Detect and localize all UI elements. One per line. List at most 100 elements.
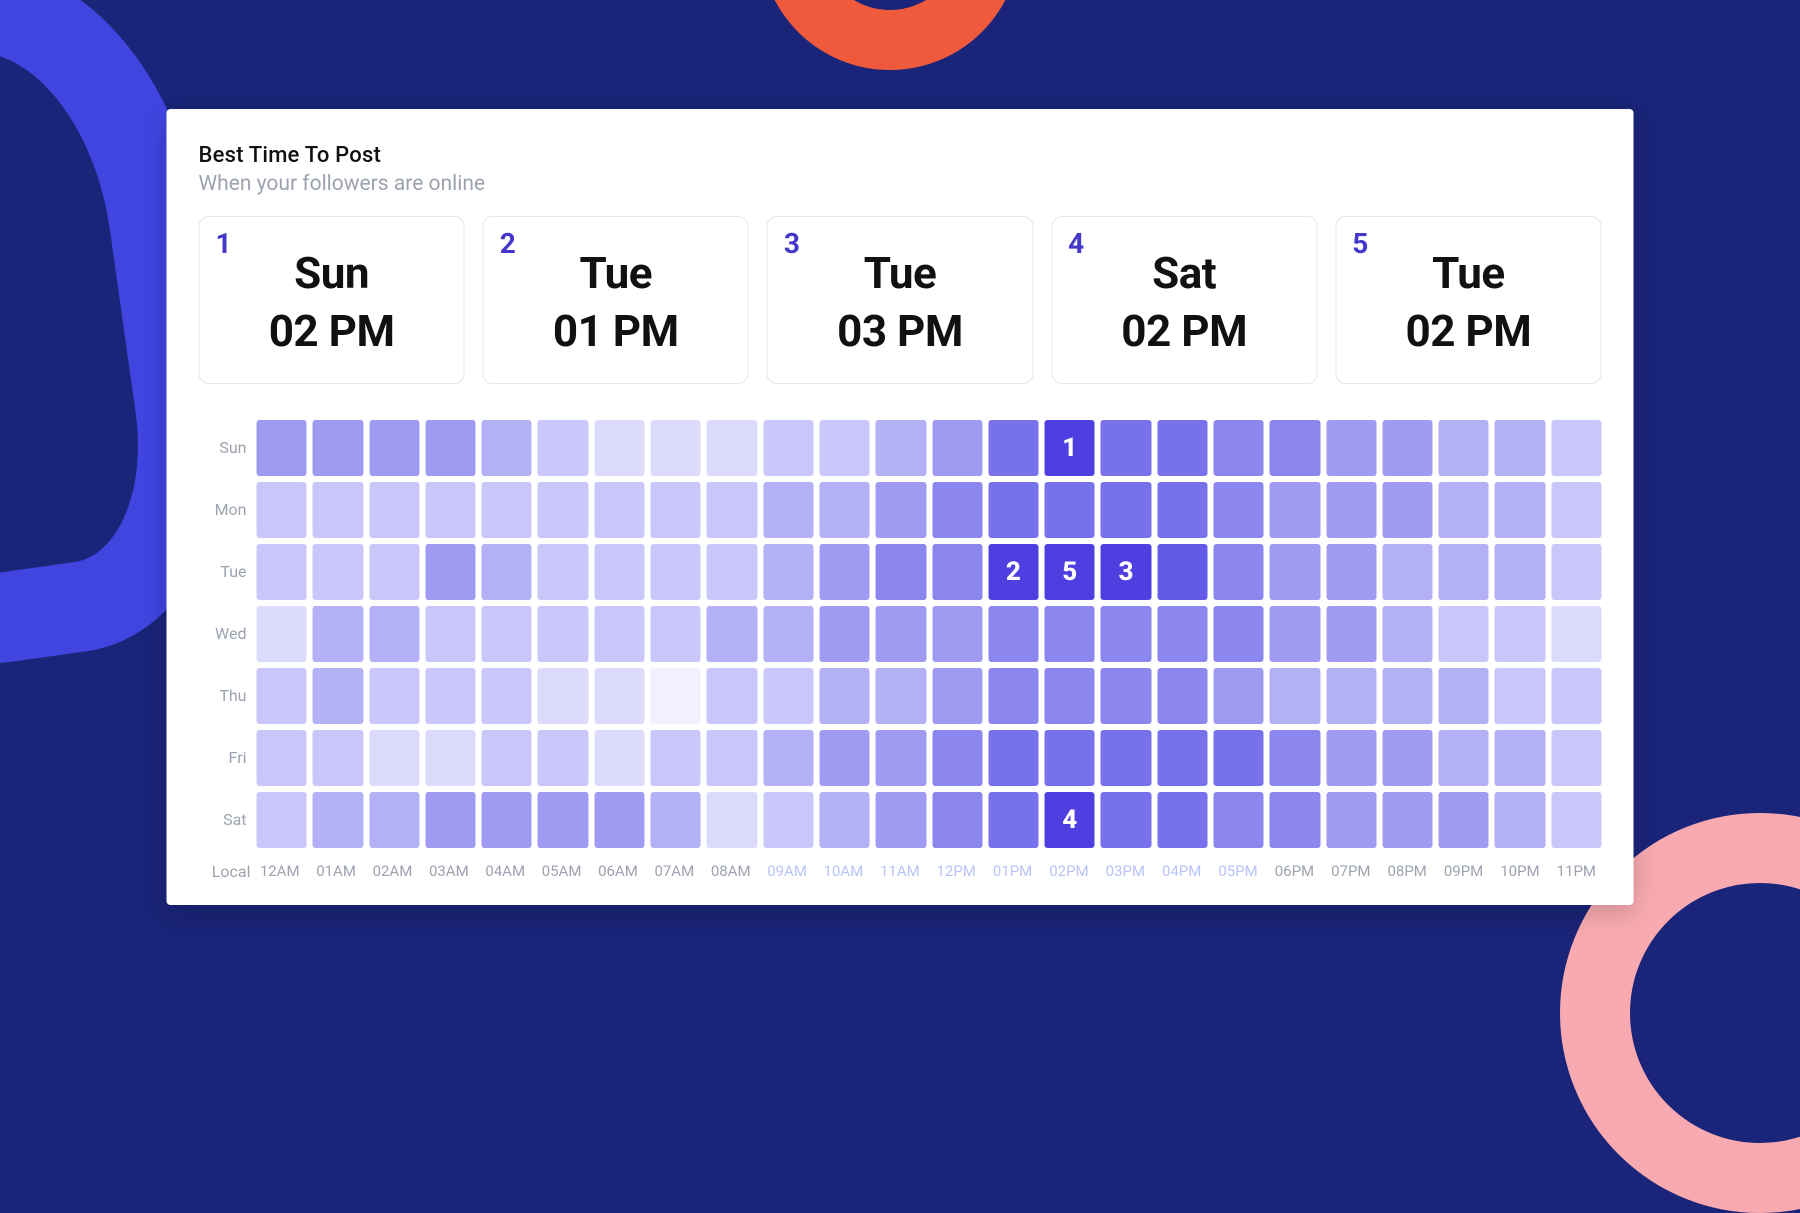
heatmap-cell[interactable] [1495, 482, 1545, 538]
heatmap-cell[interactable] [313, 730, 363, 786]
heatmap-cell[interactable] [257, 730, 307, 786]
heatmap-cell[interactable]: 2 [988, 544, 1038, 600]
heatmap-cell[interactable] [876, 420, 926, 476]
heatmap-cell[interactable] [1495, 792, 1545, 848]
rank-card-1[interactable]: 1 Sun 02 PM [199, 216, 465, 384]
rank-card-3[interactable]: 3 Tue 03 PM [767, 216, 1033, 384]
heatmap-cell[interactable] [538, 792, 588, 848]
heatmap-cell[interactable] [594, 606, 644, 662]
heatmap-cell[interactable] [932, 606, 982, 662]
heatmap-cell[interactable] [819, 544, 869, 600]
heatmap-cell[interactable] [763, 482, 813, 538]
heatmap-cell[interactable] [1382, 606, 1432, 662]
heatmap-cell[interactable] [1213, 606, 1263, 662]
heatmap-cell[interactable] [313, 482, 363, 538]
heatmap-cell[interactable] [1157, 668, 1207, 724]
heatmap-cell[interactable] [1270, 544, 1320, 600]
rank-card-5[interactable]: 5 Tue 02 PM [1335, 216, 1601, 384]
heatmap-cell[interactable] [707, 544, 757, 600]
heatmap-cell[interactable] [594, 668, 644, 724]
heatmap-cell[interactable] [988, 792, 1038, 848]
heatmap-cell[interactable] [651, 544, 701, 600]
heatmap-cell[interactable]: 5 [1045, 544, 1095, 600]
heatmap-cell[interactable] [369, 420, 419, 476]
heatmap-cell[interactable] [819, 668, 869, 724]
heatmap-cell[interactable] [1213, 792, 1263, 848]
heatmap-cell[interactable] [1101, 730, 1151, 786]
heatmap-cell[interactable] [1326, 606, 1376, 662]
heatmap-cell[interactable] [988, 420, 1038, 476]
heatmap-cell[interactable] [482, 792, 532, 848]
heatmap-cell[interactable] [707, 730, 757, 786]
heatmap-cell[interactable] [932, 482, 982, 538]
heatmap-cell[interactable] [819, 792, 869, 848]
heatmap-cell[interactable] [1551, 668, 1601, 724]
heatmap-cell[interactable] [876, 544, 926, 600]
heatmap-cell[interactable] [257, 792, 307, 848]
heatmap-cell[interactable] [651, 420, 701, 476]
heatmap-cell[interactable] [1157, 792, 1207, 848]
heatmap-cell[interactable] [651, 792, 701, 848]
heatmap-cell[interactable] [1495, 544, 1545, 600]
heatmap-cell[interactable] [1213, 730, 1263, 786]
heatmap-cell[interactable] [988, 606, 1038, 662]
heatmap-cell[interactable] [1326, 668, 1376, 724]
heatmap-cell[interactable] [1495, 606, 1545, 662]
heatmap-cell[interactable] [1495, 668, 1545, 724]
heatmap-cell[interactable] [707, 482, 757, 538]
heatmap-cell[interactable] [482, 482, 532, 538]
heatmap-cell[interactable] [369, 482, 419, 538]
heatmap-cell[interactable] [1045, 606, 1095, 662]
heatmap-cell[interactable] [932, 544, 982, 600]
heatmap-cell[interactable] [313, 606, 363, 662]
heatmap-cell[interactable] [651, 668, 701, 724]
heatmap-cell[interactable] [1439, 606, 1489, 662]
heatmap-cell[interactable] [876, 606, 926, 662]
heatmap-cell[interactable] [1382, 792, 1432, 848]
heatmap-cell[interactable] [1157, 544, 1207, 600]
heatmap-cell[interactable] [369, 544, 419, 600]
heatmap-cell[interactable] [1213, 420, 1263, 476]
heatmap-cell[interactable] [313, 544, 363, 600]
heatmap-cell[interactable] [819, 730, 869, 786]
heatmap-cell[interactable] [1551, 792, 1601, 848]
heatmap-cell[interactable] [1326, 420, 1376, 476]
heatmap-cell[interactable] [763, 730, 813, 786]
heatmap-cell[interactable] [1551, 482, 1601, 538]
heatmap-cell[interactable] [538, 606, 588, 662]
heatmap-cell[interactable] [1157, 606, 1207, 662]
heatmap-cell[interactable] [1213, 668, 1263, 724]
heatmap-cell[interactable] [1382, 482, 1432, 538]
heatmap-cell[interactable] [988, 730, 1038, 786]
heatmap-cell[interactable]: 1 [1045, 420, 1095, 476]
heatmap-cell[interactable] [1439, 544, 1489, 600]
heatmap-cell[interactable] [1045, 730, 1095, 786]
heatmap-cell[interactable] [1551, 544, 1601, 600]
heatmap-cell[interactable] [313, 668, 363, 724]
heatmap-cell[interactable] [763, 420, 813, 476]
heatmap-cell[interactable] [313, 792, 363, 848]
heatmap-cell[interactable] [425, 544, 475, 600]
heatmap-cell[interactable] [1213, 544, 1263, 600]
heatmap-cell[interactable] [1382, 668, 1432, 724]
heatmap-cell[interactable] [257, 482, 307, 538]
heatmap-cell[interactable] [988, 668, 1038, 724]
heatmap-cell[interactable] [876, 730, 926, 786]
heatmap-cell[interactable] [1270, 606, 1320, 662]
heatmap-cell[interactable] [425, 420, 475, 476]
heatmap-cell[interactable] [594, 730, 644, 786]
heatmap-cell[interactable] [1495, 730, 1545, 786]
heatmap-cell[interactable] [1551, 420, 1601, 476]
heatmap-cell[interactable] [1045, 482, 1095, 538]
heatmap-cell[interactable] [482, 606, 532, 662]
heatmap-cell[interactable] [763, 792, 813, 848]
heatmap-cell[interactable] [257, 420, 307, 476]
heatmap-cell[interactable] [1270, 482, 1320, 538]
heatmap-cell[interactable] [1326, 730, 1376, 786]
heatmap-cell[interactable] [1439, 730, 1489, 786]
heatmap-cell[interactable] [538, 482, 588, 538]
heatmap-cell[interactable] [369, 606, 419, 662]
heatmap-cell[interactable] [482, 730, 532, 786]
heatmap-cell[interactable] [1495, 420, 1545, 476]
heatmap-cell[interactable] [257, 544, 307, 600]
